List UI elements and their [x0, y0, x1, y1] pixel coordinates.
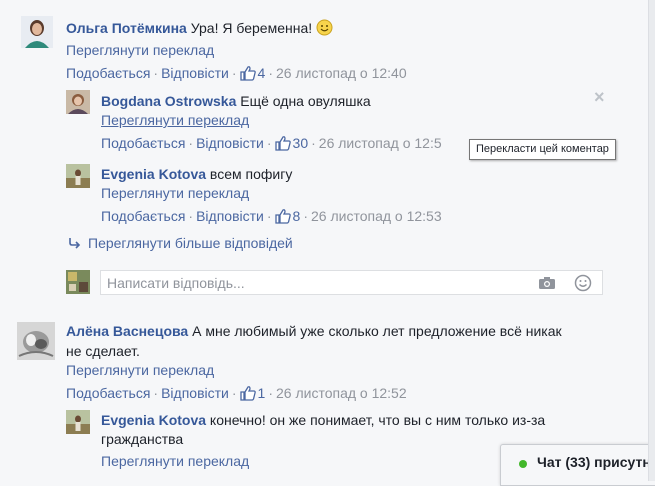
scrollbar[interactable]: [648, 0, 655, 481]
comment-author[interactable]: Evgenia Kotova: [101, 166, 206, 182]
online-status-icon: [519, 460, 527, 468]
reply-link[interactable]: Відповісти: [161, 385, 229, 401]
avatar-photo-icon: [66, 90, 90, 114]
like-count[interactable]: 1: [258, 385, 266, 401]
like-count[interactable]: 30: [293, 135, 309, 151]
emoji-icon[interactable]: [574, 274, 592, 292]
thumbs-up-icon[interactable]: [239, 65, 256, 81]
comment-text: А мне любимый уже сколько лет предложени…: [192, 323, 562, 339]
user-avatar-icon: [66, 270, 90, 294]
timestamp[interactable]: 26 листопад о 12:53: [311, 208, 442, 224]
timestamp[interactable]: 26 листопад о 12:40: [276, 65, 407, 81]
comment-text: всем пофигу: [209, 166, 293, 182]
thumbs-up-icon[interactable]: [239, 385, 256, 401]
thumbs-up-icon[interactable]: [274, 208, 291, 224]
reply-arrow-icon: [69, 238, 81, 249]
avatar: [66, 270, 90, 294]
translate-tooltip: Перекласти цей коментар: [469, 139, 616, 160]
comment-body: Ольга Потёмкина Ура! Я беременна!: [66, 18, 333, 38]
reply-link[interactable]: Відповісти: [196, 135, 264, 151]
comment-author[interactable]: Bogdana Ostrowska: [101, 93, 236, 109]
see-translation-link[interactable]: Переглянути переклад: [101, 110, 249, 130]
chat-bar[interactable]: Чат (33) присутн: [500, 444, 655, 486]
see-translation-link[interactable]: Переглянути переклад: [101, 183, 249, 203]
camera-icon[interactable]: [538, 276, 556, 290]
avatar[interactable]: [66, 164, 90, 188]
comment-actions: Подобається · Відповісти · 30 · 26 листопад о …: [101, 135, 442, 151]
reply-body: Bogdana Ostrowska Ещё одна овуляшка: [101, 91, 371, 111]
chat-label[interactable]: Чат (33) присутн: [537, 454, 651, 470]
avatar[interactable]: [21, 16, 53, 48]
like-link[interactable]: Подобається: [66, 385, 150, 401]
timestamp[interactable]: 26 листопад о 12:52: [276, 385, 407, 401]
comment-author[interactable]: Evgenia Kotova: [101, 412, 206, 428]
comment-text-continued: гражданства: [101, 431, 184, 447]
comment-text: конечно! он же понимает, что вы с ним то…: [209, 412, 546, 428]
reply-input[interactable]: [101, 271, 533, 294]
comment-author[interactable]: Ольга Потёмкина: [66, 20, 187, 36]
avatar-photo-icon: [66, 164, 90, 188]
see-translation-link[interactable]: Переглянути переклад: [66, 360, 214, 380]
comment-text: Ура! Я беременна!: [190, 20, 313, 36]
reply-body: Evgenia Kotova конечно! он же понимает, …: [101, 410, 545, 430]
like-link[interactable]: Подобається: [101, 208, 185, 224]
comment-actions: Подобається · Відповісти · 8 · 26 листопад о 1…: [101, 208, 442, 224]
avatar-photo-icon: [21, 16, 53, 48]
see-translation-link[interactable]: Переглянути переклад: [66, 40, 214, 60]
avatar-photo-icon: [17, 322, 55, 360]
comment-actions: Подобається · Відповісти · 4 · 26 листопад о 1…: [66, 65, 407, 81]
avatar[interactable]: [66, 90, 90, 114]
comment-actions: Подобається · Відповісти · 1 · 26 листопад о 1…: [66, 385, 407, 401]
avatar[interactable]: [17, 322, 55, 360]
reply-body: Evgenia Kotova всем пофигу: [101, 164, 292, 184]
see-translation-link[interactable]: Переглянути переклад: [101, 451, 249, 471]
like-count[interactable]: 8: [293, 208, 301, 224]
reply-link[interactable]: Відповісти: [161, 65, 229, 81]
avatar-photo-icon: [66, 410, 90, 434]
like-count[interactable]: 4: [258, 65, 266, 81]
comment-text-continued: не сделает.: [66, 343, 140, 359]
avatar[interactable]: [66, 410, 90, 434]
comment-text: Ещё одна овуляшка: [240, 93, 371, 109]
more-replies-link[interactable]: Переглянути більше відповідей: [88, 235, 293, 251]
close-icon[interactable]: ×: [594, 87, 605, 108]
comment-body: Алёна Васнецова А мне любимый уже скольк…: [66, 321, 562, 341]
timestamp[interactable]: 26 листопад о 12:5: [319, 135, 442, 151]
more-replies[interactable]: Переглянути більше відповідей: [68, 233, 293, 253]
thumbs-up-icon[interactable]: [274, 135, 291, 151]
reply-composer[interactable]: [100, 270, 603, 295]
like-link[interactable]: Подобається: [101, 135, 185, 151]
like-link[interactable]: Подобається: [66, 65, 150, 81]
comment-author[interactable]: Алёна Васнецова: [66, 323, 188, 339]
reply-link[interactable]: Відповісти: [196, 208, 264, 224]
smiley-emoji-icon: [316, 19, 333, 36]
